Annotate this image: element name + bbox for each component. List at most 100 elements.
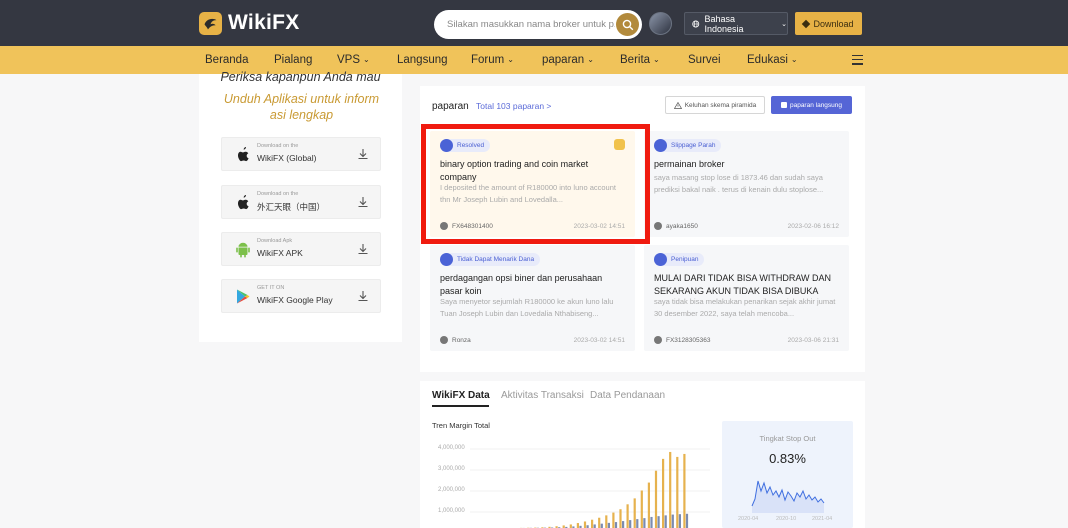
complaint-label: Keluhan skema piramida — [684, 101, 757, 109]
nav-item-survei[interactable]: Survei — [688, 46, 721, 74]
equity-bar — [600, 523, 603, 528]
android-icon — [236, 242, 250, 258]
nav-item-langsung[interactable]: Langsung — [397, 46, 448, 74]
nav-label: Langsung — [397, 54, 448, 66]
app-button-caption: Download Apk — [257, 238, 293, 244]
card-description: saya masang stop lose di 1873.46 dan sud… — [654, 173, 824, 194]
badge-label: Tidak Dapat Menarik Dana — [457, 256, 535, 263]
card-time: 2023-03-02 14:51 — [573, 337, 625, 344]
lock-icon — [654, 139, 667, 152]
margin-bar — [591, 519, 594, 528]
margin-bar — [612, 512, 615, 528]
margin-bar — [654, 470, 658, 528]
search-input[interactable] — [447, 16, 615, 33]
wikifx-logo[interactable]: WikiFX — [199, 11, 300, 35]
main-nav: Beranda Pialang VPS ⌄ Langsung Forum ⌄ pap… — [0, 46, 1068, 74]
username: Ronza — [452, 336, 471, 344]
equity-bar — [593, 524, 596, 528]
search-box — [434, 10, 642, 39]
margin-bar — [619, 509, 622, 528]
android-apk-button[interactable]: Download Apk WikiFX APK — [221, 232, 381, 266]
download-icon — [358, 197, 368, 208]
nav-item-forum[interactable]: Forum ⌄ — [471, 46, 514, 74]
chevron-down-icon: ⌄ — [507, 55, 514, 64]
exposure-total-link[interactable]: Total 103 paparan > — [476, 101, 551, 111]
status-badge: Penipuan — [654, 253, 705, 266]
margin-bar — [669, 451, 672, 528]
chevron-down-icon: ⌄ — [790, 55, 798, 64]
username: FX3128305363 — [666, 336, 711, 344]
nav-label: Beranda — [205, 54, 249, 66]
nav-item-berita[interactable]: Berita ⌄ — [620, 46, 660, 74]
download-button[interactable]: Download — [795, 12, 862, 35]
card-user: Ronza — [440, 336, 471, 344]
badge-label: Penipuan — [671, 256, 699, 263]
language-label: Bahasa Indonesia — [704, 13, 744, 34]
equity-bar — [678, 514, 681, 528]
nav-item-paparan[interactable]: paparan ⌄ — [542, 46, 594, 74]
live-label: paparan langsung — [789, 101, 843, 109]
live-exposure-button[interactable]: paparan langsung — [771, 96, 852, 114]
apple-icon — [238, 147, 249, 162]
card-user: FX3128305363 — [654, 336, 710, 344]
equity-bar — [629, 520, 632, 528]
exposure-card[interactable]: Penipuan MULAI DARI TIDAK BISA WITHDRAW … — [644, 245, 849, 351]
equity-bar — [636, 519, 639, 528]
nav-item-edukasi[interactable]: Edukasi ⌄ — [747, 46, 798, 74]
chevron-down-icon: ⌄ — [653, 55, 660, 64]
app-button-name: WikiFX (Global) — [257, 153, 317, 163]
margin-bar — [576, 523, 579, 528]
stop-out-panel: Tingkat Stop Out 0.83% 2020-04 2020-10 2… — [722, 421, 853, 528]
chevron-down-icon: ⌄ — [781, 20, 787, 28]
exposure-card[interactable]: Slippage Parah permainan broker saya mas… — [644, 131, 849, 237]
nav-label: Survei — [688, 54, 721, 66]
equity-bar — [607, 522, 610, 528]
nav-label: VPS — [337, 54, 361, 66]
user-icon — [654, 336, 662, 344]
stop-out-x-tick: 2020-04 — [738, 516, 759, 522]
user-avatar[interactable] — [649, 12, 672, 35]
equity-bar — [614, 522, 618, 528]
app-button-caption: GET IT ON — [257, 285, 285, 291]
wikifx-data-panel: WikiFX Data Aktivitas Transaksi Data Pen… — [420, 381, 865, 528]
exposure-title: paparan — [432, 101, 469, 112]
card-title: perdagangan opsi biner dan perusahaan pa… — [440, 273, 603, 296]
nav-label: Pialang — [274, 54, 313, 66]
app-button-name: WikiFX APK — [257, 248, 303, 258]
app-store-global-button[interactable]: Download on the WikiFX (Global) — [221, 137, 381, 171]
nav-label: Edukasi — [747, 54, 788, 66]
margin-bar — [605, 515, 608, 528]
exposure-card[interactable]: Tidak Dapat Menarik Dana perdagangan ops… — [430, 245, 635, 351]
card-time: 2023-03-06 21:31 — [787, 337, 839, 344]
margin-bar — [662, 458, 665, 528]
apple-icon — [238, 195, 249, 210]
download-label: Download — [813, 18, 854, 29]
equity-bar — [685, 513, 689, 528]
menu-icon[interactable] — [852, 55, 863, 65]
status-badge: Slippage Parah — [654, 139, 722, 152]
app-store-china-button[interactable]: Download on the 外汇天眼（中国） — [221, 185, 381, 219]
search-icon — [622, 19, 633, 30]
search-button[interactable] — [616, 13, 639, 36]
card-description: saya tidak bisa melakukan penarikan seja… — [654, 297, 836, 318]
margin-bar — [647, 482, 650, 528]
app-button-name: 外汇天眼（中国） — [257, 202, 326, 212]
warning-icon — [673, 101, 682, 109]
promo-subheading: Unduh Aplikasi untuk inform asi lengkap — [223, 92, 380, 122]
equity-bar — [622, 521, 625, 528]
margin-bar — [633, 498, 636, 528]
status-badge: Tidak Dapat Menarik Dana — [440, 253, 541, 266]
stop-out-sparkline — [751, 480, 825, 513]
google-play-button[interactable]: GET IT ON WikiFX Google Play — [221, 279, 381, 313]
promo-heading: Periksa kapanpun Anda mau — [220, 70, 381, 84]
user-icon — [654, 222, 662, 230]
language-selector[interactable]: Bahasa Indonesia ⌄ — [684, 12, 788, 35]
stop-out-x-tick: 2021-04 — [812, 516, 833, 522]
equity-bar — [657, 516, 660, 528]
lock-icon — [440, 253, 453, 266]
lock-icon — [780, 102, 787, 108]
pyramid-complaint-button[interactable]: Keluhan skema piramida — [665, 96, 765, 114]
margin-bar — [676, 456, 679, 528]
globe-icon — [692, 20, 700, 27]
stop-out-x-tick: 2020-10 — [776, 516, 797, 522]
